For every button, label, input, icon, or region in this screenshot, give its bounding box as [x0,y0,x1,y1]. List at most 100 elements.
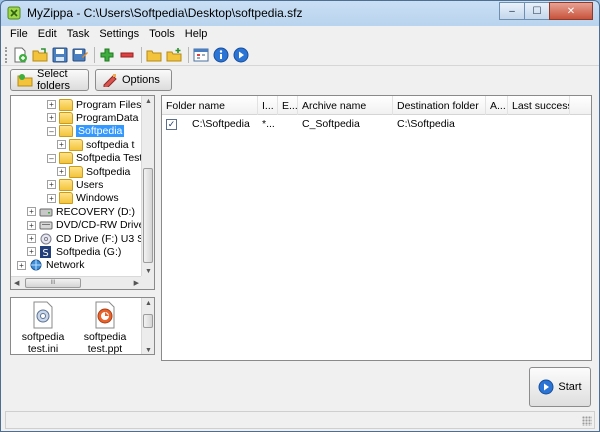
row-checkbox[interactable]: ✓ [166,119,177,130]
ini-file-icon [28,301,58,329]
tree-vscroll-thumb[interactable] [143,168,153,263]
folder-icon [59,192,73,205]
tree-item[interactable]: + Windows [47,192,119,205]
dvd-drive-icon [39,219,53,231]
save-as-icon[interactable] [71,46,89,64]
new-task-icon[interactable] [11,46,29,64]
softpedia-drive-icon: S [39,245,53,259]
menu-edit[interactable]: Edit [33,26,62,44]
expand-icon[interactable]: + [17,260,26,270]
menu-help[interactable]: Help [180,26,213,44]
expand-icon[interactable]: + [47,113,56,123]
save-icon[interactable] [51,46,69,64]
tree-item[interactable]: + Program Files [47,98,141,111]
scroll-right-arrow[interactable]: ▶ [134,279,139,287]
minimize-button[interactable]: – [499,2,525,20]
tree-item[interactable]: + Users [47,178,103,191]
column-archive-name[interactable]: Archive name [298,96,393,115]
tree-item[interactable]: + softpedia t [57,138,134,151]
scroll-down-arrow[interactable]: ▼ [145,268,152,275]
expand-icon[interactable]: + [47,193,56,203]
expand-icon[interactable]: + [47,100,56,109]
table-row[interactable]: ✓ C:\Softpedia *... C_Softpedia C:\Softp… [162,117,591,132]
expand-icon[interactable]: + [27,207,36,217]
file-panel[interactable]: softpedia test.ini softpedia test.ppt ▲ … [10,297,155,355]
folder-icon[interactable] [145,46,163,64]
expand-icon[interactable]: + [57,167,66,176]
tree-horizontal-scrollbar[interactable]: ◀ III ▶ [11,276,142,289]
toolbar-grip[interactable] [5,46,8,63]
svg-text:S: S [42,248,48,258]
tree-vertical-scrollbar[interactable]: ▲ ▼ [141,96,154,277]
folder-icon [59,125,73,138]
tree-item-label: Softpedia [76,125,125,138]
menu-task[interactable]: Task [62,26,95,44]
tree-item[interactable]: + CD Drive (F:) U3 Sy [27,232,149,245]
resize-grip[interactable] [582,416,592,426]
window-title: MyZippa - C:\Users\Softpedia\Desktop\sof… [27,6,303,20]
tree-item[interactable]: – Softpedia Test [47,152,142,165]
menu-bar: File Edit Task Settings Tools Help [1,26,599,44]
tree-item[interactable]: + DVD/CD-RW Drive ( [27,219,151,232]
network-icon [29,259,43,271]
close-button[interactable]: ✕ [549,2,593,20]
column-last-success[interactable]: Last success [508,96,570,115]
tree-item[interactable]: + RECOVERY (D:) [27,205,135,218]
collapse-icon[interactable]: – [47,126,56,136]
cell-destination-folder: C:\Softpedia [397,118,455,130]
tree-item[interactable]: + Softpedia [57,165,130,178]
maximize-button[interactable]: ☐ [524,2,550,20]
run-icon[interactable] [232,46,250,64]
expand-icon[interactable]: + [27,247,36,257]
file-item[interactable]: softpedia test.ppt [75,301,135,354]
tree-item-label: DVD/CD-RW Drive ( [56,219,151,232]
menu-file[interactable]: File [5,26,33,44]
about-icon[interactable] [212,46,230,64]
tree-item-label: Softpedia [86,165,131,178]
scroll-down-arrow[interactable]: ▼ [145,347,152,354]
folder-icon [59,178,73,191]
remove-icon[interactable] [118,46,136,64]
scheduler-icon[interactable] [192,46,210,64]
options-button[interactable]: Options [95,69,172,91]
open-folder-icon[interactable] [31,46,49,64]
toolbar-separator [94,46,95,63]
add-icon[interactable] [98,46,116,64]
scroll-up-arrow[interactable]: ▲ [145,300,152,307]
options-label: Options [122,74,160,86]
folder-add-icon[interactable] [165,46,183,64]
select-folders-button[interactable]: Select folders [10,68,89,92]
tree-hscroll-thumb[interactable]: III [25,278,81,288]
scroll-left-arrow[interactable]: ◀ [14,279,19,287]
column-a[interactable]: A... [486,96,508,115]
task-list[interactable]: Folder name I... E... Archive name Desti… [161,95,592,361]
file-vscroll-thumb[interactable] [143,314,153,328]
collapse-icon[interactable]: – [47,153,56,163]
menu-tools[interactable]: Tools [144,26,180,44]
file-item[interactable]: softpedia test.ini [13,301,73,354]
tree-item[interactable]: + ProgramData [47,111,138,124]
menu-settings[interactable]: Settings [94,26,144,44]
tree-item[interactable]: – Softpedia [47,125,125,138]
expand-icon[interactable]: + [57,140,66,150]
scroll-up-arrow[interactable]: ▲ [145,98,152,105]
column-exclude[interactable]: E... [278,96,298,115]
expand-icon[interactable]: + [47,180,56,190]
scroll-corner [141,276,154,289]
tree-item[interactable]: + Network [17,259,85,272]
expand-icon[interactable]: + [27,234,36,243]
cell-archive-name: C_Softpedia [302,118,360,130]
tree-item[interactable]: + S Softpedia (G:) [27,245,121,259]
column-folder-name[interactable]: Folder name [162,96,258,115]
column-destination-folder[interactable]: Destination folder [393,96,486,115]
options-icon [102,73,118,87]
file-panel-scrollbar[interactable]: ▲ ▼ [141,298,154,354]
column-include[interactable]: I... [258,96,278,115]
window-controls: – ☐ ✕ [499,2,593,20]
title-bar[interactable]: MyZippa - C:\Users\Softpedia\Desktop\sof… [1,1,599,25]
expand-icon[interactable]: + [27,220,36,230]
start-button[interactable]: Start [529,367,591,407]
cell-include: *... [262,118,275,130]
folder-tree[interactable]: + Program Files + ProgramData – Softpedia + sof… [10,95,155,290]
start-icon [538,379,554,395]
